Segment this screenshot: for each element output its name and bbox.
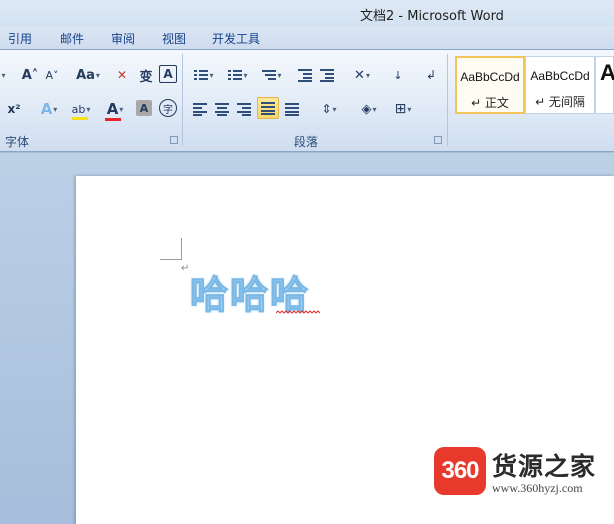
watermark-url: www.360hyzj.com <box>492 481 583 495</box>
enclose-characters-button[interactable]: 字 <box>159 99 177 117</box>
shrink-font-button[interactable]: A˅ <box>42 64 62 86</box>
font-size-dropdown[interactable]: ▾ <box>0 64 8 86</box>
clear-formatting-button[interactable]: ✕ <box>112 64 132 86</box>
tab-references[interactable]: 引用 <box>8 30 32 47</box>
style-name: ↵ 无间隔 <box>535 95 585 109</box>
character-border-icon: A <box>163 67 173 81</box>
increase-indent-icon <box>320 69 334 82</box>
style-sample-text: AaBbCcDd <box>460 70 520 84</box>
align-center-icon <box>215 103 229 116</box>
font-dialog-launcher-icon[interactable] <box>170 136 178 144</box>
bullets-button[interactable]: ▾ <box>190 64 218 86</box>
font-group-label: 字体 <box>5 135 30 149</box>
paragraph-group-label: 段落 <box>294 135 319 149</box>
phonetic-guide-button[interactable]: 变 <box>136 64 156 86</box>
justify-button[interactable] <box>257 97 279 119</box>
phonetic-guide-icon: 变 <box>139 69 153 85</box>
grow-font-button[interactable]: A˄ <box>20 64 40 86</box>
align-right-icon <box>237 103 251 116</box>
show-formatting-marks-button[interactable]: ↲ <box>421 64 441 86</box>
numbering-icon <box>228 69 243 81</box>
change-case-button[interactable]: Aa ▾ <box>73 64 103 86</box>
decrease-indent-button[interactable] <box>295 64 315 86</box>
style-name: ↵ 正文 <box>471 96 509 110</box>
align-left-icon <box>193 103 207 116</box>
numbering-button[interactable]: ▾ <box>224 64 252 86</box>
bullets-icon <box>194 69 209 81</box>
title-bar: 文档2 - Microsoft Word <box>0 0 614 26</box>
multilevel-list-button[interactable]: ▾ <box>258 64 286 86</box>
justify-icon <box>261 102 275 115</box>
spelling-squiggle <box>276 310 320 314</box>
asian-layout-icon: ✕ <box>354 67 365 83</box>
increase-indent-button[interactable] <box>317 64 337 86</box>
superscript-icon: x² <box>7 102 21 116</box>
superscript-button[interactable]: x² <box>4 98 24 120</box>
font-color-button[interactable]: A ▾ <box>100 98 130 121</box>
distributed-icon <box>285 103 299 116</box>
align-left-button[interactable] <box>190 98 210 120</box>
group-divider <box>447 54 448 146</box>
watermark-title: 货源之家 <box>492 452 597 481</box>
borders-icon: ⊞ <box>394 101 407 117</box>
style-normal[interactable]: AaBbCcDd ↵ 正文 <box>455 56 525 114</box>
text-effects-icon: A <box>40 100 53 118</box>
character-shading-icon: A <box>139 101 149 115</box>
character-shading-button[interactable]: A <box>136 100 152 116</box>
text-effects-button[interactable]: A ▾ <box>36 98 62 120</box>
style-no-spacing[interactable]: AaBbCcDd ↵ 无间隔 <box>525 56 595 114</box>
line-spacing-button[interactable]: ⇕ ▾ <box>315 98 343 120</box>
character-border-button[interactable]: A <box>159 65 177 83</box>
shrink-font-icon: A˅ <box>45 68 59 82</box>
multilevel-list-icon <box>262 69 277 81</box>
group-divider <box>182 54 183 146</box>
line-spacing-icon: ⇕ <box>321 102 332 116</box>
distributed-button[interactable] <box>282 98 302 120</box>
tab-review[interactable]: 审阅 <box>111 30 135 47</box>
clear-formatting-icon: ✕ <box>116 68 128 82</box>
paragraph-dialog-launcher-icon[interactable] <box>434 136 442 144</box>
ribbon-tabs: 引用 邮件 审阅 视图 开发工具 <box>0 26 614 50</box>
shading-button[interactable]: ◈ ▾ <box>355 98 383 120</box>
font-color-icon: A <box>104 100 121 121</box>
highlight-button[interactable]: ab ▾ <box>66 98 96 120</box>
style-sample-text: AaBbCcDd <box>530 69 590 83</box>
paragraph-mark: ↵ <box>181 263 190 274</box>
enclose-characters-icon: 字 <box>163 104 173 116</box>
watermark-logo: 360 <box>434 447 486 495</box>
tab-mailings[interactable]: 邮件 <box>60 30 84 47</box>
borders-button[interactable]: ⊞ ▾ <box>389 98 417 120</box>
grow-font-icon: A˄ <box>21 67 39 83</box>
margin-corner-mark <box>160 238 182 260</box>
align-center-button[interactable] <box>212 98 232 120</box>
decrease-indent-icon <box>298 69 312 82</box>
change-case-icon: Aa <box>76 67 95 83</box>
sort-icon: ↓ <box>393 68 403 82</box>
sort-button[interactable]: ↓ <box>387 64 409 86</box>
style-heading-sample: A <box>600 60 614 85</box>
align-right-button[interactable] <box>234 98 254 120</box>
watermark: 360 货源之家 www.360hyzj.com <box>434 447 610 499</box>
tab-developer[interactable]: 开发工具 <box>212 30 260 47</box>
highlighter-icon: ab <box>71 103 88 120</box>
tab-view[interactable]: 视图 <box>162 30 186 47</box>
ribbon: ▾ A˄ A˅ Aa ▾ ✕ 变 A x² A ▾ ab ▾ A ▾ A 字 字体 ▾ … <box>0 50 614 152</box>
asian-layout-button[interactable]: ✕ ▾ <box>348 64 376 86</box>
paint-bucket-icon: ◈ <box>361 101 372 117</box>
paragraph-mark-icon: ↲ <box>425 68 437 82</box>
window-title: 文档2 - Microsoft Word <box>360 9 504 24</box>
